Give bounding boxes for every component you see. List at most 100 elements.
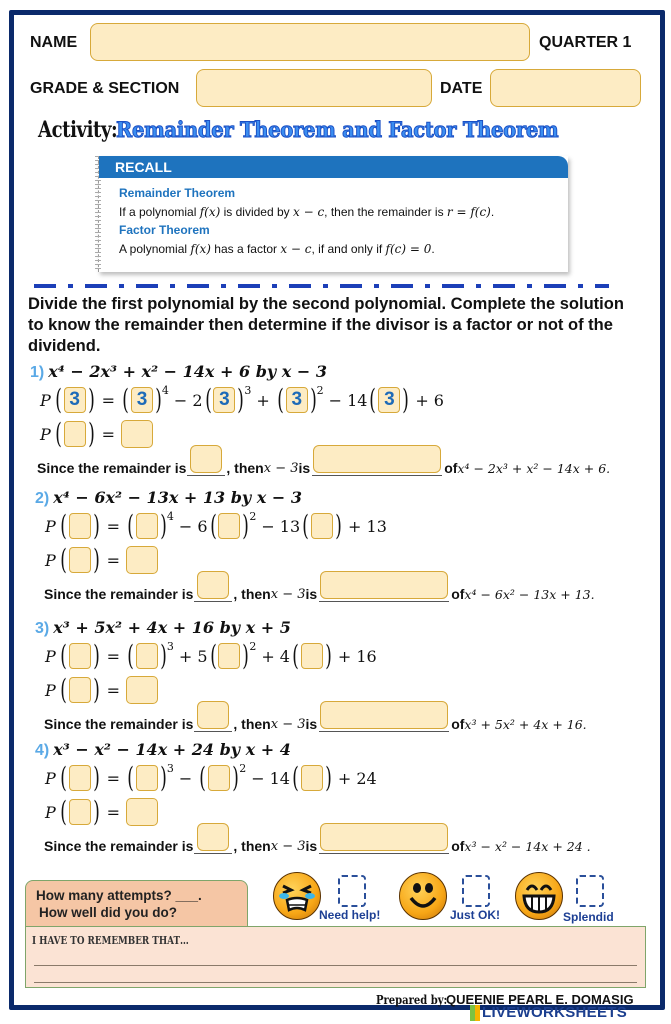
text: has a factor (210, 242, 281, 256)
answer-box[interactable]: 3 (63, 387, 86, 413)
factor-answer-box[interactable] (320, 701, 449, 729)
activity-title: Remainder Theorem and Factor Theorem (116, 117, 560, 143)
open-paren: ( (369, 383, 377, 416)
remainder-blank (187, 444, 226, 476)
answer-box[interactable]: 3 (285, 387, 308, 413)
factor-answer-box[interactable] (313, 445, 442, 473)
answer-box[interactable] (300, 643, 323, 669)
math: r = f(c) (446, 205, 491, 219)
liveworksheets-logo-icon (470, 1005, 480, 1022)
answer-box[interactable] (311, 513, 334, 539)
recall-box: RECALL Remainder Theorem If a polynomial… (95, 156, 568, 272)
conclusion-row: Since the remainder is , then x − 3 is o… (37, 444, 610, 476)
coefficient: 6 (197, 516, 208, 536)
conclusion-text: is (305, 838, 318, 854)
answer-box[interactable] (68, 765, 91, 791)
conclusion-row: Since the remainder is , then x − 3 is o… (44, 822, 591, 854)
answer-box[interactable] (218, 643, 241, 669)
just-ok-checkbox[interactable] (462, 875, 490, 907)
parenthesized-input: () (208, 642, 252, 670)
remember-box[interactable]: I HAVE TO REMEMBER THAT… (25, 926, 646, 988)
problem-number: 4) (35, 742, 50, 759)
parenthesized-input: () (290, 764, 334, 792)
answer-box[interactable] (208, 765, 231, 791)
factor-blank (319, 822, 450, 854)
splendid-label: Splendid (563, 910, 614, 924)
parenthesized-input: () (125, 642, 169, 670)
text: If a polynomial (119, 205, 200, 219)
parenthesized-input: () (197, 764, 241, 792)
close-paren: ) (242, 639, 250, 672)
crying-face-icon[interactable] (273, 872, 321, 920)
exponent: 3 (166, 639, 174, 653)
coefficient: 14 (269, 768, 290, 788)
operator: − (261, 516, 275, 536)
answer-box[interactable]: 3 (378, 387, 401, 413)
conclusion-text: , then (233, 716, 271, 732)
splendid-checkbox[interactable] (576, 875, 604, 907)
problem-polynomial: x⁴ − 2x³ + x² − 14x + 6 by x − 3 (48, 362, 327, 381)
attempts-text: How many attempts? ___. (36, 888, 202, 903)
answer-box[interactable] (135, 765, 158, 791)
operator: + (256, 390, 270, 410)
date-label: DATE (440, 80, 483, 97)
factor-blank (319, 570, 450, 602)
factor-answer-box[interactable] (320, 823, 449, 851)
close-paren: ) (232, 761, 240, 794)
substitution-row: P() = () 3 +5() 2 +4() + 16 (45, 639, 377, 670)
answer-box[interactable]: 3 (130, 387, 153, 413)
close-paren: ) (92, 509, 100, 542)
coefficient: 14 (347, 390, 368, 410)
function-p: P (45, 516, 56, 536)
conclusion-text: is (298, 460, 311, 476)
remainder-answer-box[interactable] (197, 701, 230, 729)
remainder-answer-box[interactable] (197, 823, 230, 851)
open-paren: ( (199, 761, 207, 794)
remainder-blank (194, 700, 233, 732)
answer-box[interactable] (218, 513, 241, 539)
remainder-theorem-text: If a polynomial f(x) is divided by x − c… (119, 205, 494, 219)
factor-answer-box[interactable] (320, 571, 449, 599)
parenthesized-input: () (208, 512, 252, 540)
equals-sign: = (106, 646, 121, 666)
remainder-answer-box[interactable] (197, 571, 230, 599)
problem-4: 4) x³ − x² − 14x + 24 by x + 4 (35, 740, 665, 760)
answer-box[interactable]: 3 (213, 387, 236, 413)
grinning-face-icon[interactable] (515, 872, 563, 920)
activity-heading: Activity: Remainder Theorem and Factor T… (38, 117, 559, 144)
divisor: x − 3 (263, 461, 299, 476)
recall-heading: RECALL (99, 156, 568, 178)
problem-3: 3) x³ + 5x² + 4x + 16 by x + 5 (35, 618, 665, 638)
exponent: 4 (161, 383, 169, 397)
close-paren: ) (87, 383, 95, 416)
text: . (490, 205, 495, 219)
conclusion-text: is (305, 586, 318, 602)
exponent: 2 (316, 383, 324, 397)
answer-box[interactable] (135, 643, 158, 669)
need-help-checkbox[interactable] (338, 875, 366, 907)
text: , then the remainder is (324, 205, 447, 219)
name-field[interactable] (90, 23, 530, 61)
dividend: x³ + 5x² + 4x + 16. (464, 717, 587, 732)
dividend: x⁴ − 2x³ + x² − 14x + 6. (457, 461, 611, 476)
parenthesized-input: (3) (120, 386, 164, 414)
close-paren: ) (335, 509, 342, 542)
equals-sign: = (101, 424, 116, 444)
math: f(x) (199, 205, 221, 219)
math: f(x) (190, 242, 211, 256)
smiling-face-icon[interactable] (399, 872, 447, 920)
divisor: x − 3 (270, 587, 306, 602)
answer-box[interactable] (68, 643, 91, 669)
conclusion-text: Since the remainder is (44, 838, 194, 854)
answer-box[interactable] (68, 513, 91, 539)
grade-section-field[interactable] (196, 69, 432, 107)
operator: − (178, 516, 193, 536)
text: , if and only if (311, 242, 386, 256)
answer-box[interactable] (135, 513, 158, 539)
answer-box[interactable] (300, 765, 323, 791)
just-ok-label: Just OK! (450, 908, 501, 922)
instructions: Divide the first polynomial by the secon… (28, 295, 624, 355)
remainder-answer-box[interactable] (190, 445, 223, 473)
function-p: P (40, 424, 51, 444)
date-field[interactable] (490, 69, 641, 107)
